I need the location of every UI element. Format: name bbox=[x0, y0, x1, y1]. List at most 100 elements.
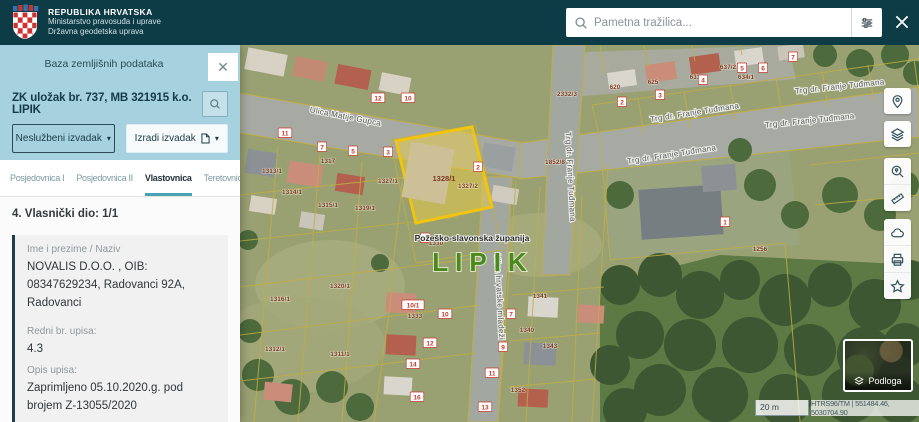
parcel-number-label: 1314/1 bbox=[282, 189, 302, 196]
parcel-number-label: 1327/2 bbox=[458, 183, 478, 190]
house-number: 10/1 bbox=[407, 303, 420, 310]
parcel-number-label: 620 bbox=[610, 84, 621, 91]
toolbar-group-layers bbox=[884, 121, 911, 147]
parcel-number-label: 1341 bbox=[533, 293, 548, 300]
parcel-number-label: 1315/1 bbox=[318, 202, 338, 209]
entry-description-label: Opis upisa: bbox=[27, 364, 78, 376]
entry-number-value: 4.3 bbox=[27, 343, 43, 355]
filter-sliders-icon bbox=[861, 17, 873, 28]
org-agency: Državna geodetska uprava bbox=[48, 27, 144, 37]
owner-name-value: NOVALIS D.O.O. , OIB: 08347629234, Radov… bbox=[27, 261, 185, 309]
parcel-number-label: 1352 bbox=[511, 387, 526, 394]
parcel-number-label: 1311/1 bbox=[330, 351, 350, 358]
panel-header: Baza zemljišnih podataka ✕ ZK uložak br.… bbox=[0, 45, 240, 160]
magnifier-icon bbox=[210, 99, 220, 109]
toolbar-group-tools bbox=[884, 158, 911, 211]
house-number: 12 bbox=[374, 96, 382, 103]
star-icon bbox=[890, 278, 905, 293]
folio-search-button[interactable] bbox=[202, 91, 228, 117]
brand-block: REPUBLIKA HRVATSKA Ministarstvo pravosuđ… bbox=[10, 4, 161, 40]
tab-bar: Posjedovnica I Posjedovnica II Vlastovni… bbox=[0, 160, 240, 197]
croatia-coat-of-arms-logo bbox=[13, 4, 39, 39]
house-number: 10 bbox=[404, 96, 412, 103]
toolbar-group-locate bbox=[884, 88, 911, 114]
org-ministry: Ministarstvo pravosuđa i uprave bbox=[48, 17, 161, 27]
house-number: 5 bbox=[740, 66, 744, 73]
house-number: 7 bbox=[509, 312, 513, 319]
print-button[interactable] bbox=[884, 245, 911, 272]
layers-button[interactable] bbox=[884, 121, 911, 147]
house-number: 7 bbox=[320, 145, 324, 152]
cloud-button[interactable] bbox=[884, 219, 911, 245]
smart-search bbox=[566, 8, 882, 37]
tab-posjedovnica-2[interactable]: Posjedovnica II bbox=[76, 160, 133, 196]
search-location-button[interactable] bbox=[884, 158, 911, 184]
panel-title: Baza zemljišnih podataka bbox=[44, 58, 164, 70]
location-pin-icon bbox=[892, 94, 903, 108]
entry-card: Redni br. upisa: 4.3 Opis upisa: Zapriml… bbox=[12, 317, 228, 422]
entry-description-value: Zaprimljeno 05.10.2020.g. pod brojem Z-1… bbox=[27, 381, 183, 412]
house-number: 2 bbox=[620, 100, 624, 107]
tab-teretovnica[interactable]: Teretovnica bbox=[204, 160, 240, 196]
search-location-icon bbox=[891, 165, 904, 178]
house-number: 13 bbox=[481, 405, 489, 412]
parcel-number-label: 1316/1 bbox=[270, 296, 290, 303]
map-canvas[interactable]: Ulica Matije Gupca Trg dr. Franje Tuđmana… bbox=[240, 45, 919, 422]
house-number: 7 bbox=[791, 55, 795, 62]
unofficial-extract-button[interactable]: Neslužbeni izvadak ▾ bbox=[12, 124, 115, 153]
tab-vlastovnica[interactable]: Vlastovnica bbox=[144, 160, 192, 196]
layers-icon bbox=[890, 127, 905, 141]
panel-close-button[interactable]: ✕ bbox=[208, 53, 238, 81]
parcel-number-label: 625 bbox=[648, 79, 659, 86]
owner-name-label: Ime i prezime / Naziv bbox=[27, 244, 121, 255]
house-number: 4 bbox=[701, 78, 705, 85]
create-extract-button[interactable]: Izradi izvadak ▾ bbox=[125, 124, 228, 153]
measure-ruler-icon bbox=[891, 192, 905, 204]
caret-down-icon: ▾ bbox=[106, 134, 111, 143]
parcel-number-label: 1312/1 bbox=[265, 346, 285, 353]
search-icon bbox=[575, 16, 587, 29]
parcel-number-label: 634/1 bbox=[738, 74, 755, 81]
close-icon: ✕ bbox=[217, 59, 229, 75]
basemap-switcher[interactable]: Podloga bbox=[843, 339, 913, 392]
measure-button[interactable] bbox=[884, 184, 911, 211]
house-number: 12 bbox=[426, 341, 434, 348]
house-number: 6 bbox=[761, 66, 765, 73]
house-number: 14 bbox=[409, 362, 417, 369]
house-number: 16 bbox=[413, 395, 421, 402]
parcel-number-label: 1327/1 bbox=[378, 178, 398, 185]
parcel-number-label: 637/2 bbox=[720, 64, 737, 71]
cloud-icon bbox=[891, 227, 904, 237]
house-number: 1 bbox=[723, 220, 727, 227]
location-pin-button[interactable] bbox=[884, 88, 911, 114]
parcel-number-label: 2332/3 bbox=[557, 91, 577, 98]
parcel-number-label: 1340 bbox=[520, 327, 535, 334]
land-registry-panel: Baza zemljišnih podataka ✕ ZK uložak br.… bbox=[0, 45, 240, 422]
header-close-button[interactable] bbox=[893, 13, 911, 31]
aerial-map: Ulica Matije Gupca Trg dr. Franje Tuđmana… bbox=[240, 45, 919, 422]
document-icon bbox=[201, 133, 210, 144]
selected-parcel-number: 1328/1 bbox=[433, 174, 456, 183]
ownership-section-heading: 4. Vlasnički dio: 1/1 bbox=[12, 208, 119, 220]
tab-posjedovnica-1[interactable]: Posjedovnica I bbox=[10, 160, 65, 196]
basemap-icon bbox=[854, 376, 865, 385]
parcel-number-label: 1343 bbox=[543, 343, 558, 350]
org-name: REPUBLIKA HRVATSKA bbox=[48, 6, 153, 17]
parcel-number-label: 1313/1 bbox=[262, 168, 282, 175]
scale-bar: 20 m bbox=[755, 400, 809, 416]
place-label: LIPIK bbox=[432, 247, 533, 277]
house-number: 10 bbox=[441, 312, 449, 319]
printer-icon bbox=[891, 253, 904, 266]
owner-card: Ime i prezime / Naziv NOVALIS D.O.O. , O… bbox=[12, 235, 228, 322]
house-number: 2 bbox=[476, 165, 480, 172]
house-number: 3 bbox=[658, 93, 662, 100]
unofficial-extract-label: Neslužbeni izvadak bbox=[15, 133, 102, 144]
toolbar-group-output bbox=[884, 219, 911, 299]
favorite-button[interactable] bbox=[884, 272, 911, 299]
search-filter-button[interactable] bbox=[851, 8, 882, 37]
crown bbox=[13, 4, 39, 11]
search-input[interactable] bbox=[588, 16, 851, 29]
house-number: 11 bbox=[489, 371, 496, 378]
create-extract-label: Izradi izvadak bbox=[134, 133, 196, 144]
parcel-number-label: 1333 bbox=[408, 313, 423, 320]
